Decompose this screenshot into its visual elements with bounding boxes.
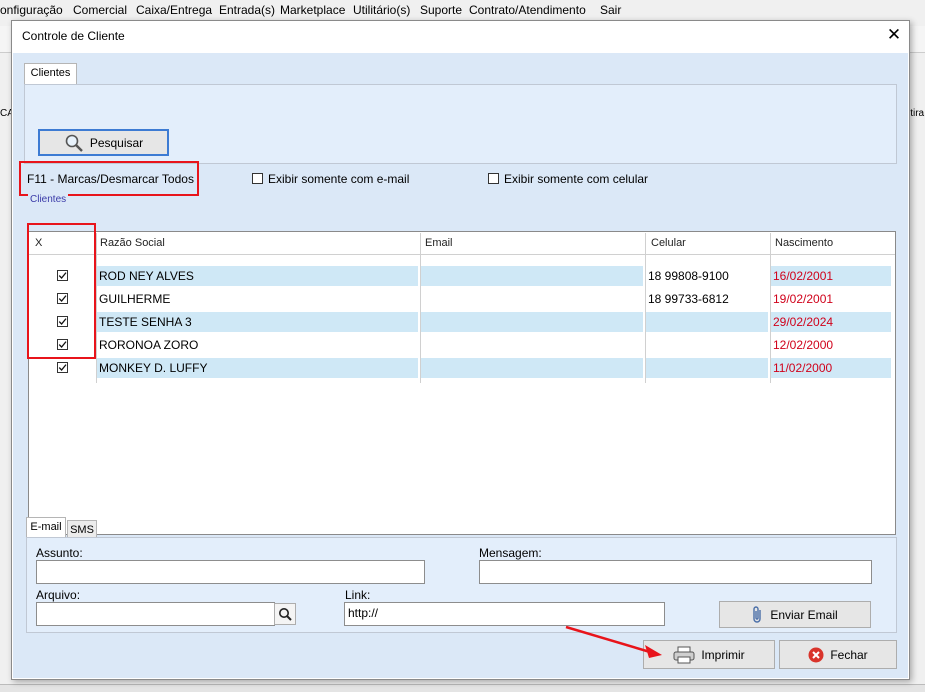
- group-label-clientes: Clientes: [28, 194, 69, 205]
- annotation-arrow: [565, 625, 662, 658]
